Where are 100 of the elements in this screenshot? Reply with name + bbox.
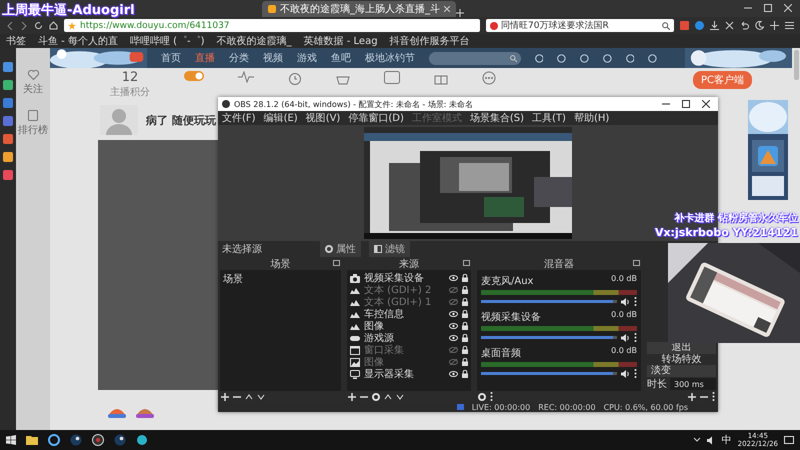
start-icon[interactable] xyxy=(6,435,16,445)
menu-item[interactable]: 工具(T) xyxy=(532,111,566,125)
source-item[interactable]: 文本 (GDI+) 2 xyxy=(364,283,445,297)
eye-hidden-icon[interactable] xyxy=(449,299,458,305)
menu-item[interactable]: 场景集合(S) xyxy=(470,111,524,125)
forward-icon[interactable] xyxy=(20,22,28,30)
menu-icon[interactable] xyxy=(785,21,794,30)
speaker-icon[interactable] xyxy=(621,370,630,378)
source-item[interactable]: 文本 (GDI+) 1 xyxy=(364,295,445,309)
toggle-icon[interactable] xyxy=(184,71,204,81)
lock-icon[interactable] xyxy=(462,274,468,282)
source-item[interactable]: 游戏源 xyxy=(364,331,445,345)
chevron-icon[interactable] xyxy=(692,436,701,444)
search-field[interactable] xyxy=(429,52,521,64)
source-item[interactable]: 车控信息 xyxy=(364,307,445,321)
filters-button[interactable]: 滤镜 xyxy=(369,241,410,257)
sidebar-item[interactable]: 关注 xyxy=(23,82,43,96)
eye-icon[interactable] xyxy=(449,371,458,377)
bookmark[interactable]: 斗鱼 - 每个人的直 xyxy=(38,34,118,48)
more-icon[interactable] xyxy=(490,392,493,401)
lock-icon[interactable] xyxy=(462,346,468,354)
menu-item[interactable]: 视图(V) xyxy=(306,111,340,125)
eye-hidden-icon[interactable] xyxy=(449,347,458,353)
scissors-icon[interactable] xyxy=(725,21,734,30)
reload-icon[interactable] xyxy=(34,21,43,30)
maximize-icon[interactable] xyxy=(682,100,690,108)
back-icon[interactable] xyxy=(6,22,14,30)
bookmark[interactable]: 英雄数据 - Leag xyxy=(304,34,378,48)
nav-link[interactable]: 首页 xyxy=(161,51,182,65)
app-icon[interactable] xyxy=(136,434,148,446)
menu-item[interactable]: 文件(F) xyxy=(222,111,256,125)
nav-link[interactable]: 鱼吧 xyxy=(331,51,352,65)
source-item[interactable]: 窗口采集 xyxy=(364,343,445,357)
lock-icon[interactable] xyxy=(462,370,468,378)
bookmark[interactable]: 不敢夜的途霞璃_ xyxy=(216,34,292,48)
lock-icon[interactable] xyxy=(462,286,468,294)
eye-icon[interactable] xyxy=(449,311,458,317)
moon-icon[interactable] xyxy=(755,21,764,30)
lock-icon[interactable] xyxy=(462,322,468,330)
search-icon[interactable] xyxy=(662,22,670,30)
home-icon[interactable] xyxy=(49,21,58,30)
menu-item[interactable]: 停靠窗口(D) xyxy=(348,111,404,125)
nav-link[interactable]: 极地冰钓节 xyxy=(365,51,416,65)
eye-hidden-icon[interactable] xyxy=(449,359,458,365)
transition-dropdown[interactable]: 淡变 xyxy=(647,365,716,377)
menu-item[interactable]: 帮助(H) xyxy=(574,111,610,125)
source-item[interactable]: 图像 xyxy=(364,319,445,333)
bookmark[interactable]: 抖音创作服务平台 xyxy=(390,34,470,48)
scrollbar-thumb[interactable] xyxy=(794,50,798,80)
move-down-icon[interactable] xyxy=(396,394,404,400)
properties-button[interactable]: 属性 xyxy=(320,241,361,257)
search-field[interactable]: 同情旺70万球迷要求法国R xyxy=(486,19,674,32)
app-icon[interactable] xyxy=(48,434,60,446)
move-up-icon[interactable] xyxy=(245,394,253,400)
volume-slider[interactable] xyxy=(481,372,617,375)
eye-hidden-icon[interactable] xyxy=(449,287,458,293)
scene-item[interactable]: 场景 xyxy=(220,272,341,286)
more-icon[interactable] xyxy=(634,297,637,306)
more-icon[interactable] xyxy=(634,369,637,378)
gear-icon[interactable] xyxy=(372,392,380,400)
nav-link[interactable]: 游戏 xyxy=(297,51,318,65)
menu-item[interactable]: 编辑(E) xyxy=(264,111,298,125)
volume-slider[interactable] xyxy=(481,336,617,339)
speaker-icon[interactable] xyxy=(621,298,630,306)
undock-icon[interactable] xyxy=(633,260,640,266)
obs-icon[interactable] xyxy=(92,434,104,446)
folder-icon[interactable] xyxy=(26,435,38,445)
input-method[interactable]: 中 xyxy=(722,433,732,447)
duration-field[interactable]: 300 ms xyxy=(670,378,716,390)
close-icon[interactable] xyxy=(702,100,710,108)
nav-link[interactable]: 视频 xyxy=(263,51,284,65)
sidebar-item[interactable]: 排行榜 xyxy=(18,123,48,137)
more-icon[interactable] xyxy=(634,333,637,342)
nav-link[interactable]: 分类 xyxy=(229,51,250,65)
address-field[interactable]: https://www.douyu.com/6411037 xyxy=(64,19,480,32)
lock-icon[interactable] xyxy=(462,298,468,306)
undock-icon[interactable] xyxy=(463,260,470,266)
notification-icon[interactable] xyxy=(784,436,794,444)
pulse-icon[interactable] xyxy=(238,71,254,83)
source-item[interactable]: 图像 xyxy=(364,355,445,369)
eye-icon[interactable] xyxy=(449,335,458,341)
settings-icon[interactable] xyxy=(478,392,486,400)
volume-slider[interactable] xyxy=(481,300,617,303)
steam-icon[interactable] xyxy=(114,434,126,446)
add-icon[interactable] xyxy=(348,392,356,400)
bookmark[interactable]: 哔哩哔哩 (゜-゜) xyxy=(130,34,205,48)
undock-icon[interactable] xyxy=(333,260,340,266)
add-icon[interactable] xyxy=(770,21,779,30)
source-item[interactable]: 显示器采集 xyxy=(364,367,445,381)
alarm-icon[interactable] xyxy=(288,71,302,85)
new-tab-icon[interactable] xyxy=(456,9,464,17)
move-up-icon[interactable] xyxy=(384,394,392,400)
lock-icon[interactable] xyxy=(462,358,468,366)
source-item[interactable]: 视频采集设备 xyxy=(364,271,445,285)
lock-icon[interactable] xyxy=(462,310,468,318)
eye-icon[interactable] xyxy=(449,275,458,281)
move-down-icon[interactable] xyxy=(257,394,265,400)
add-icon[interactable] xyxy=(688,392,696,400)
lock-icon[interactable] xyxy=(462,334,468,342)
add-icon[interactable] xyxy=(221,392,229,400)
